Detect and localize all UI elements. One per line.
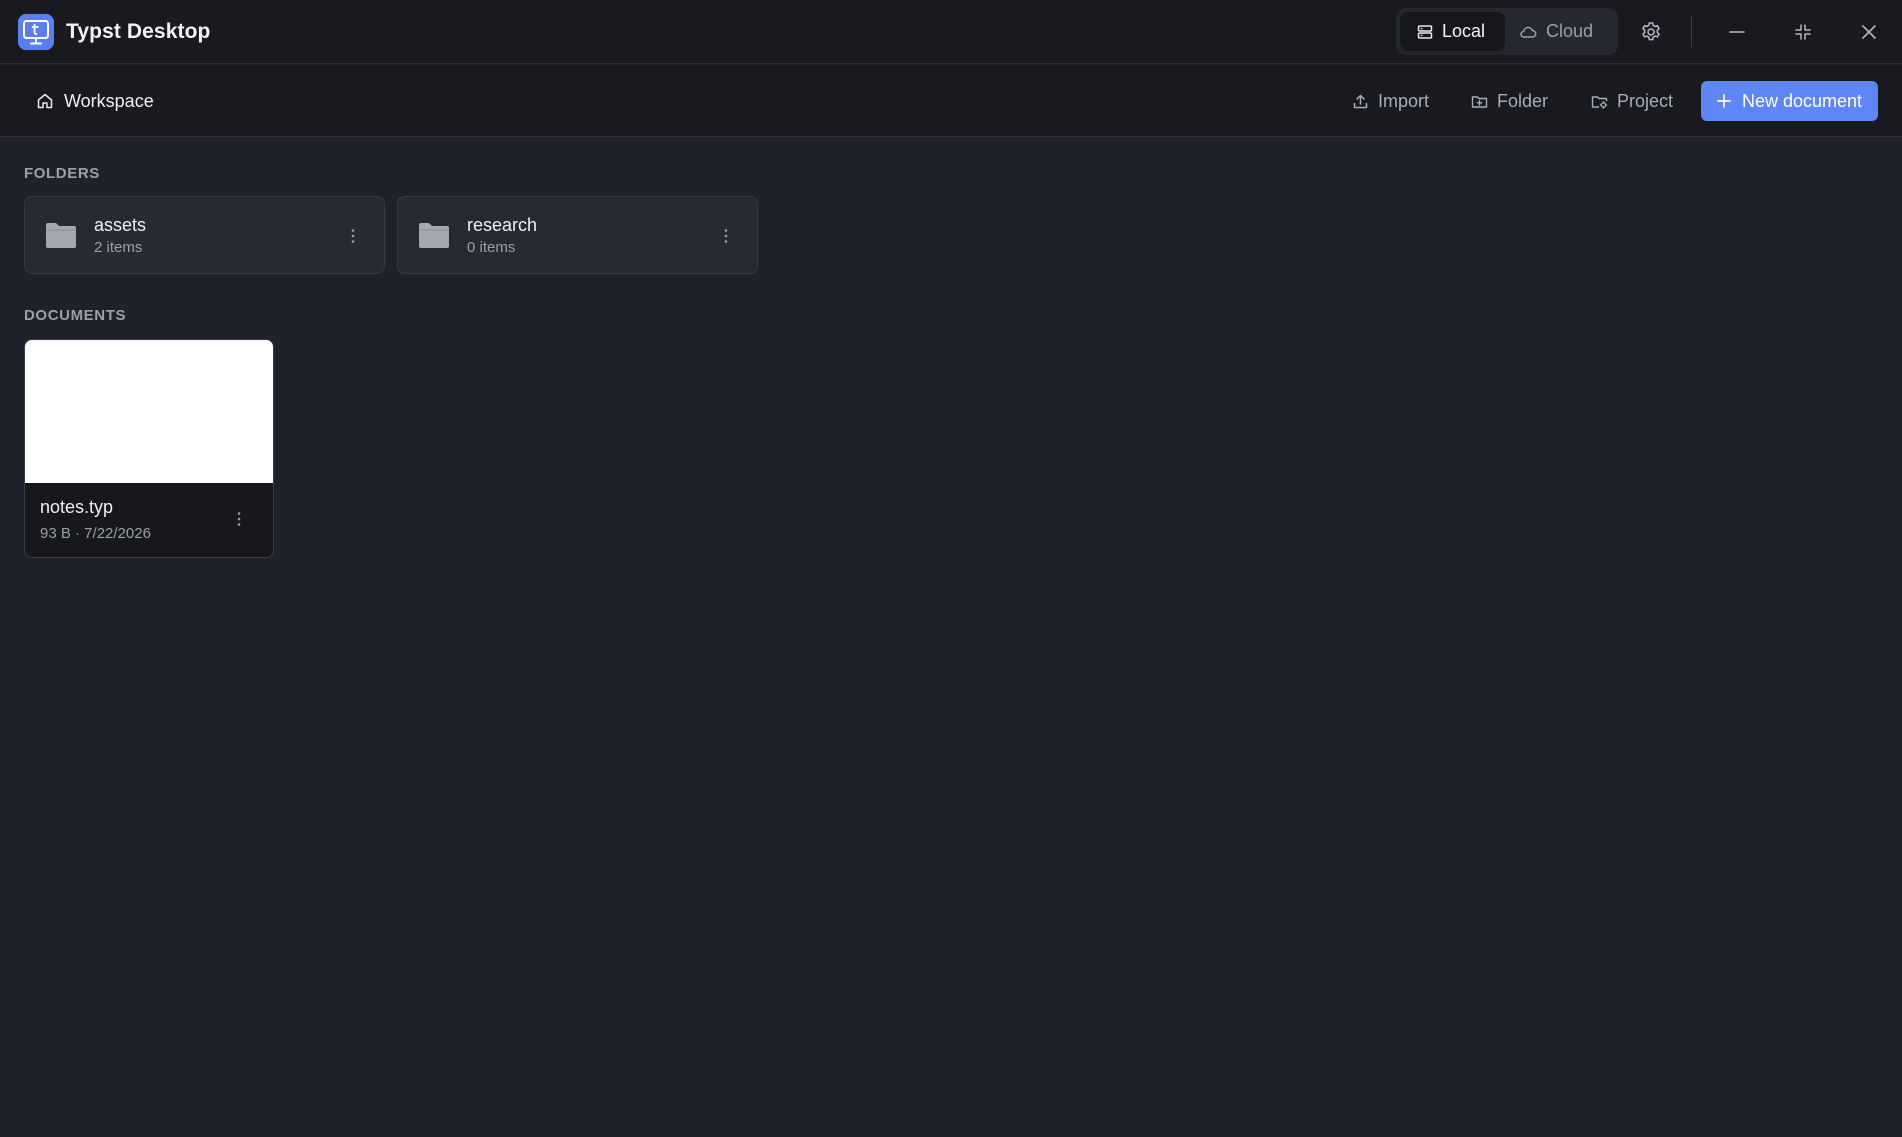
folder-more-options-icon[interactable] (343, 221, 363, 251)
titlebar-divider (1691, 15, 1692, 47)
cloud-icon (1519, 24, 1546, 40)
breadcrumb-workspace[interactable]: Workspace (36, 89, 154, 113)
document-card-notes[interactable]: notes.typ 93 B · 7/22/2026 (24, 339, 274, 558)
folder-card-assets[interactable]: assets 2 items (24, 196, 385, 274)
document-preview-thumbnail (25, 340, 273, 483)
typst-monitor-logo-icon (18, 14, 54, 50)
settings-gear-icon[interactable] (1637, 18, 1665, 46)
folder-item-count: 2 items (94, 239, 143, 256)
import-button[interactable]: Import (1352, 89, 1429, 113)
plus-icon (1716, 93, 1742, 109)
title-bar: Typst Desktop Local Cloud (0, 0, 1902, 64)
document-more-options-icon[interactable] (229, 504, 249, 534)
project-label: Project (1617, 90, 1674, 111)
documents-heading: DOCUMENTS (24, 307, 127, 324)
home-icon (36, 92, 64, 110)
folder-icon (45, 221, 77, 249)
server-icon (1417, 24, 1442, 40)
workspace-toolbar: Workspace Import Folder Project New docu… (0, 65, 1902, 137)
new-document-button[interactable]: New document (1701, 81, 1878, 121)
local-tab-label: Local (1442, 21, 1486, 41)
minimize-icon[interactable] (1723, 18, 1751, 46)
document-size-date: 93 B · 7/22/2026 (40, 525, 151, 542)
folder-name: assets (94, 215, 147, 235)
restore-icon[interactable] (1789, 18, 1817, 46)
folder-name: research (467, 215, 538, 235)
folders-heading: FOLDERS (24, 165, 100, 182)
cloud-tab-label: Cloud (1546, 21, 1594, 41)
new-document-label: New document (1742, 90, 1863, 111)
folder-icon (418, 221, 450, 249)
app-title: Typst Desktop (66, 20, 211, 43)
import-label: Import (1378, 90, 1430, 111)
folder-more-options-icon[interactable] (716, 221, 736, 251)
document-name: notes.typ (40, 497, 114, 517)
breadcrumb-label: Workspace (64, 90, 154, 111)
folder-plus-icon (1471, 93, 1497, 110)
cloud-tab[interactable]: Cloud (1509, 12, 1614, 51)
folder-card-research[interactable]: research 0 items (397, 196, 758, 274)
folder-cog-icon (1591, 93, 1617, 110)
folder-label: Folder (1497, 90, 1549, 111)
close-icon[interactable] (1855, 18, 1883, 46)
new-folder-button[interactable]: Folder (1471, 89, 1548, 113)
local-tab[interactable]: Local (1400, 12, 1505, 51)
new-project-button[interactable]: Project (1591, 89, 1673, 113)
upload-icon (1352, 93, 1378, 110)
storage-toggle: Local Cloud (1396, 8, 1618, 55)
folder-item-count: 0 items (467, 239, 516, 256)
